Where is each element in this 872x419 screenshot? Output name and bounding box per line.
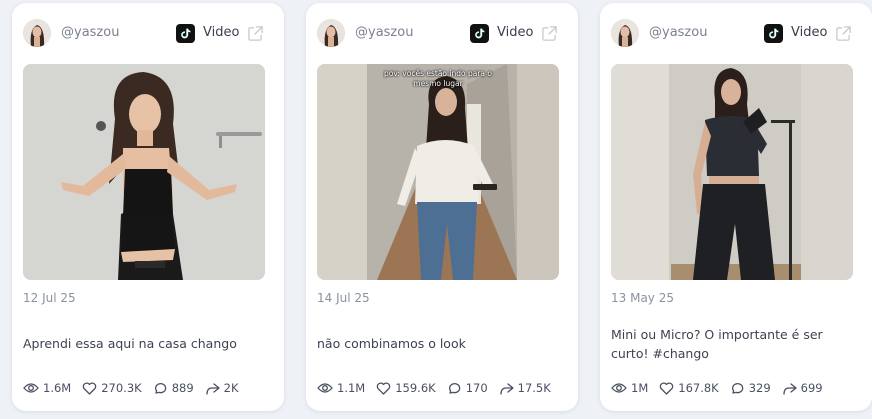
tiktok-icon: [470, 24, 489, 43]
comments-count: 170: [465, 381, 488, 395]
views-stat: 1.6M: [23, 381, 71, 395]
comment-icon: [154, 382, 166, 394]
platform-label: Video: [497, 25, 534, 40]
views-count: 1.1M: [337, 381, 366, 395]
eye-icon: [611, 383, 627, 393]
stats-row: 1.6M 270.3K 889 2K: [23, 380, 250, 396]
platform-label: Video: [203, 25, 240, 40]
comments-count: 329: [748, 381, 771, 395]
post-date: 14 Jul 25: [317, 291, 370, 305]
post-date: 12 Jul 25: [23, 291, 76, 305]
share-icon: [205, 382, 220, 395]
likes-count: 270.3K: [101, 381, 142, 395]
likes-count: 159.6K: [395, 381, 436, 395]
video-thumbnail[interactable]: pov: vocês estão indo para o mesmo lugar: [317, 64, 559, 280]
platform-label: Video: [791, 25, 828, 40]
comments-stat: 329: [730, 381, 771, 395]
avatar[interactable]: [317, 19, 345, 47]
tiktok-icon: [176, 24, 195, 43]
video-thumbnail[interactable]: [611, 64, 853, 280]
views-count: 1M: [631, 381, 649, 395]
comments-stat: 170: [447, 381, 488, 395]
card-header: @yaszou Video: [306, 3, 578, 63]
comments-stat: 889: [153, 381, 194, 395]
heart-icon: [660, 381, 674, 395]
post-caption: Mini ou Micro? O importante é ser curto!…: [611, 327, 823, 361]
share-icon: [783, 382, 797, 395]
stats-row: 1M 167.8K 329 699: [611, 380, 834, 396]
eye-icon: [23, 383, 39, 393]
post-caption: Aprendi essa aqui na casa chango: [23, 336, 237, 351]
video-card[interactable]: @yaszou Video 13 May 25 Mini ou Micro? O…: [600, 3, 872, 411]
avatar[interactable]: [611, 19, 639, 47]
eye-icon: [317, 383, 333, 393]
username[interactable]: @yaszou: [61, 25, 119, 40]
shares-stat: 17.5K: [499, 381, 551, 395]
video-overlay-text: pov: vocês estão indo para o mesmo lugar: [384, 69, 492, 88]
card-header: @yaszou Video: [12, 3, 284, 63]
heart-icon: [376, 381, 391, 395]
card-header: @yaszou Video: [600, 3, 872, 63]
video-thumbnail[interactable]: [23, 64, 265, 280]
likes-count: 167.8K: [678, 381, 719, 395]
external-link-icon[interactable]: [541, 25, 558, 42]
views-stat: 1.1M: [317, 381, 365, 395]
stats-row: 1.1M 159.6K 170 17.5K: [317, 380, 562, 396]
shares-count: 17.5K: [517, 381, 551, 395]
video-card[interactable]: @yaszou Video 12 Jul 25 Aprendi essa aqu…: [12, 3, 284, 411]
tiktok-icon: [764, 24, 783, 43]
likes-stat: 167.8K: [659, 381, 719, 395]
likes-stat: 159.6K: [376, 381, 436, 395]
external-link-icon[interactable]: [835, 25, 852, 42]
share-icon: [499, 382, 514, 395]
post-caption: não combinamos o look: [317, 336, 466, 351]
avatar[interactable]: [23, 19, 51, 47]
comment-icon: [448, 382, 460, 394]
views-count: 1.6M: [43, 381, 72, 395]
shares-count: 2K: [223, 381, 239, 395]
shares-stat: 699: [782, 381, 823, 395]
comments-count: 889: [171, 381, 194, 395]
shares-count: 699: [800, 381, 823, 395]
views-stat: 1M: [611, 381, 648, 395]
username[interactable]: @yaszou: [355, 25, 413, 40]
username[interactable]: @yaszou: [649, 25, 707, 40]
heart-icon: [82, 381, 97, 395]
post-date: 13 May 25: [611, 291, 674, 305]
likes-stat: 270.3K: [82, 381, 142, 395]
comment-icon: [731, 382, 743, 394]
external-link-icon[interactable]: [247, 25, 264, 42]
video-card[interactable]: @yaszou Video pov: vocês estão indo para…: [306, 3, 578, 411]
shares-stat: 2K: [205, 381, 239, 395]
